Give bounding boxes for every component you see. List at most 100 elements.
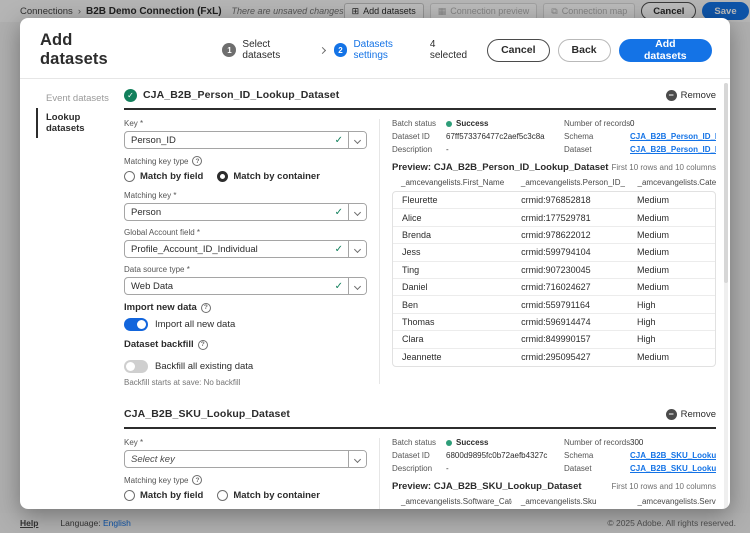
section-rule: [124, 427, 716, 429]
help-icon[interactable]: ?: [201, 303, 211, 313]
chevron-down-icon[interactable]: [348, 451, 366, 467]
table-cell: crmid:599794104: [512, 247, 628, 257]
step-2-number: 2: [334, 43, 348, 57]
key-label: Key *: [124, 438, 367, 447]
help-icon[interactable]: ?: [198, 340, 208, 350]
column-divider: [379, 119, 380, 384]
preview-table-body: Fleurettecrmid:976852818Medium Alice crmid…: [392, 191, 716, 367]
settings-content: ✓ CJA_B2B_Person_ID_Lookup_Dataset − Rem…: [114, 85, 716, 509]
global-account-field-picker[interactable]: Profile_Account_ID_Individual ✓: [124, 240, 367, 258]
schema-link[interactable]: CJA_B2B_SKU_Lookup: [630, 451, 716, 460]
table-column-header: _amcevangelists.Person_ID_: [512, 178, 629, 187]
sidebar-item-event-datasets[interactable]: Event datasets: [36, 89, 114, 108]
toggle-off-icon[interactable]: [124, 360, 148, 373]
table-row: Fleurettecrmid:976852818Medium: [393, 192, 715, 209]
table-cell: Thomas: [393, 317, 512, 327]
batch-status-label: Batch status: [392, 119, 438, 128]
preview-title: Preview: CJA_B2B_Person_ID_Lookup_Datase…: [392, 162, 608, 173]
radio-match-by-container[interactable]: Match by container: [217, 171, 320, 182]
table-row: Thomascrmid:596914474High: [393, 314, 715, 331]
records-value: 0: [630, 119, 716, 128]
add-datasets-modal: Add datasets 1 Select datasets 2 Dataset…: [20, 18, 730, 509]
table-cell: Ben: [393, 300, 512, 310]
step-separator-chevron-icon: [318, 46, 325, 53]
modal-back-button[interactable]: Back: [558, 39, 611, 62]
step-select-datasets[interactable]: 1 Select datasets: [222, 39, 310, 61]
radio-unselected-icon: [217, 490, 228, 501]
remove-dataset-button[interactable]: − Remove: [666, 409, 716, 420]
dataset-link[interactable]: CJA_B2B_SKU_Lookup_Dataset: [630, 464, 716, 473]
remove-label: Remove: [681, 409, 716, 420]
step-datasets-settings[interactable]: 2 Datasets settings: [334, 39, 430, 61]
dataset-link[interactable]: CJA_B2B_Person_ID_Lookup_Dataset: [630, 145, 716, 154]
table-cell: Medium: [628, 230, 715, 240]
table-cell: Medium: [628, 247, 715, 257]
table-row: Brendacrmid:978622012Medium: [393, 227, 715, 244]
dataset-label: Dataset: [564, 464, 622, 473]
table-cell: Alice: [393, 213, 512, 223]
dataset-id-label: Dataset ID: [392, 451, 438, 460]
sidebar-item-lookup-datasets[interactable]: Lookup datasets: [36, 108, 114, 138]
table-cell: High: [628, 334, 715, 344]
data-source-type-label: Data source type *: [124, 265, 367, 274]
modal-cancel-button[interactable]: Cancel: [487, 39, 549, 62]
dataset-backfill-toggle[interactable]: Backfill all existing data: [124, 358, 367, 374]
key-picker[interactable]: Person_ID ✓: [124, 131, 367, 149]
table-column-header: _amcevangelists.Service_Category: [629, 497, 716, 506]
modal-body: Event datasets Lookup datasets ✓ CJA_B2B…: [20, 79, 730, 509]
table-row: Bencrmid:559791164High: [393, 296, 715, 313]
dataset-info: Batch status Success Number of records 0…: [392, 119, 716, 394]
section-header: CJA_B2B_SKU_Lookup_Dataset − Remove: [124, 404, 716, 424]
dataset-id-label: Dataset ID: [392, 132, 438, 141]
modal-scrollbar[interactable]: [724, 83, 728, 509]
help-icon[interactable]: ?: [192, 156, 202, 166]
toggle-on-icon[interactable]: [124, 318, 148, 331]
data-source-type-picker[interactable]: Web Data ✓: [124, 277, 367, 295]
table-cell: Medium: [628, 195, 715, 205]
modal-add-datasets-button[interactable]: Add datasets: [619, 39, 712, 62]
preview-table-header: _amcevangelists.First_Name_amcevangelist…: [392, 178, 716, 187]
valid-check-icon: ✓: [335, 135, 348, 146]
chevron-down-icon[interactable]: [348, 132, 366, 148]
radio-match-by-field[interactable]: Match by field: [124, 171, 203, 182]
step-2-label: Datasets settings: [353, 39, 429, 61]
modal-header: Add datasets 1 Select datasets 2 Dataset…: [20, 18, 730, 78]
table-cell: Ting: [393, 265, 512, 275]
table-cell: Clara: [393, 334, 512, 344]
preview-note: First 10 rows and 10 columns: [612, 482, 717, 491]
toggle-label: Import all new data: [155, 319, 235, 330]
radio-unselected-icon: [124, 171, 135, 182]
key-picker[interactable]: Select key: [124, 450, 367, 468]
radio-selected-icon: [217, 171, 228, 182]
table-cell: Medium: [628, 352, 715, 362]
matching-key-type-label: Matching key type: [124, 476, 188, 485]
dataset-section-person-id: ✓ CJA_B2B_Person_ID_Lookup_Dataset − Rem…: [124, 85, 716, 394]
dataset-form: Key * Select key Matching key type ?: [124, 438, 367, 509]
dataset-backfill-label: Dataset backfill: [124, 339, 194, 350]
radio-unselected-icon: [124, 490, 135, 501]
chevron-down-icon[interactable]: [348, 278, 366, 294]
import-new-data-label: Import new data: [124, 302, 197, 313]
description-value: -: [446, 145, 556, 154]
schema-label: Schema: [564, 451, 622, 460]
table-cell: High: [628, 300, 715, 310]
section-header: ✓ CJA_B2B_Person_ID_Lookup_Dataset − Rem…: [124, 85, 716, 105]
scrollbar-thumb[interactable]: [724, 83, 728, 283]
batch-status-value: Success: [446, 119, 556, 128]
wizard-steps: 1 Select datasets 2 Datasets settings: [222, 39, 429, 61]
matching-key-picker[interactable]: Person ✓: [124, 203, 367, 221]
batch-status-value: Success: [446, 438, 556, 447]
table-cell: High: [628, 317, 715, 327]
section-title: CJA_B2B_SKU_Lookup_Dataset: [124, 408, 290, 420]
import-new-data-toggle[interactable]: Import all new data: [124, 316, 367, 332]
schema-link[interactable]: CJA_B2B_Person_ID_Lookup: [630, 132, 716, 141]
radio-match-by-container[interactable]: Match by container: [217, 490, 320, 501]
table-cell: crmid:907230045: [512, 265, 628, 275]
remove-dataset-button[interactable]: − Remove: [666, 90, 716, 101]
radio-match-by-field[interactable]: Match by field: [124, 490, 203, 501]
selected-count: 4 selected: [430, 39, 475, 61]
chevron-down-icon[interactable]: [348, 241, 366, 257]
chevron-down-icon[interactable]: [348, 204, 366, 220]
help-icon[interactable]: ?: [192, 475, 202, 485]
modal-header-actions: 4 selected Cancel Back Add datasets: [430, 39, 712, 62]
